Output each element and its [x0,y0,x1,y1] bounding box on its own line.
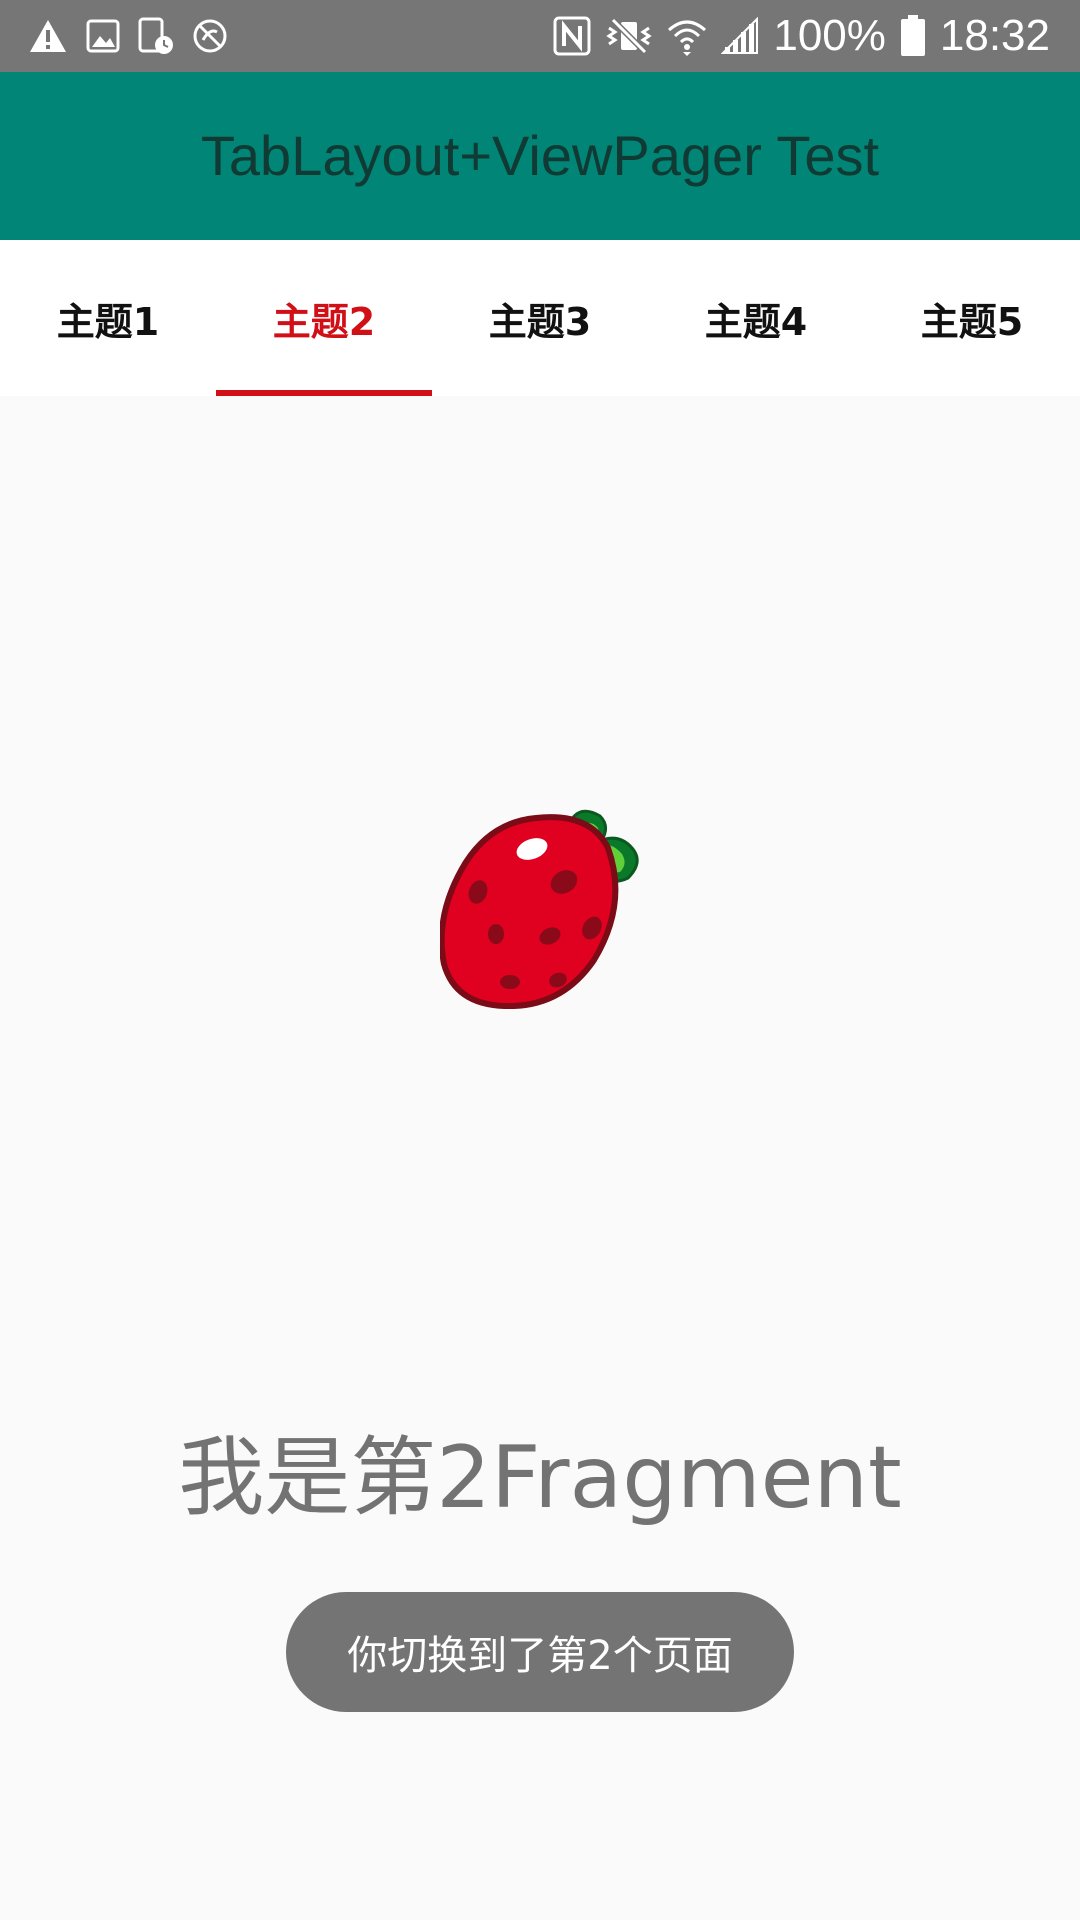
toast-message: 你切换到了第2个页面 [286,1592,794,1712]
vibrate-icon [605,16,653,56]
strawberry-icon [438,804,655,1010]
battery-icon [900,15,926,57]
fragment-label: 我是第2Fragment [178,1428,902,1528]
tab-theme-1[interactable]: 主题1 [0,240,216,396]
wifi-icon [667,16,707,56]
screen: 100% 18:32 TabLayout+ViewPager Test 主题1 … [0,0,1080,1920]
tab-theme-5[interactable]: 主题5 [864,240,1080,396]
tab-theme-4[interactable]: 主题4 [648,240,864,396]
view-pager-content[interactable]: 我是第2Fragment 你切换到了第2个页面 [0,396,1080,1920]
tab-theme-2[interactable]: 主题2 [216,240,432,396]
status-left-icons [28,14,228,58]
clock: 18:32 [939,11,1050,60]
battery-percent: 100% [773,11,886,60]
app-title: TabLayout+ViewPager Test [200,124,880,187]
nfc-icon [553,16,591,56]
screen-schedule-icon [138,17,174,55]
tab-layout: 主题1 主题2 主题3 主题4 主题5 [0,240,1080,396]
signal-icon [721,17,759,55]
tab-theme-3[interactable]: 主题3 [432,240,648,396]
status-right-icons: 100% 18:32 [553,10,1050,62]
image-icon [86,19,120,53]
blocked-icon [192,18,228,54]
status-bar: 100% 18:32 [0,0,1080,72]
app-bar: TabLayout+ViewPager Test [0,72,1080,240]
warning-icon [28,18,68,54]
